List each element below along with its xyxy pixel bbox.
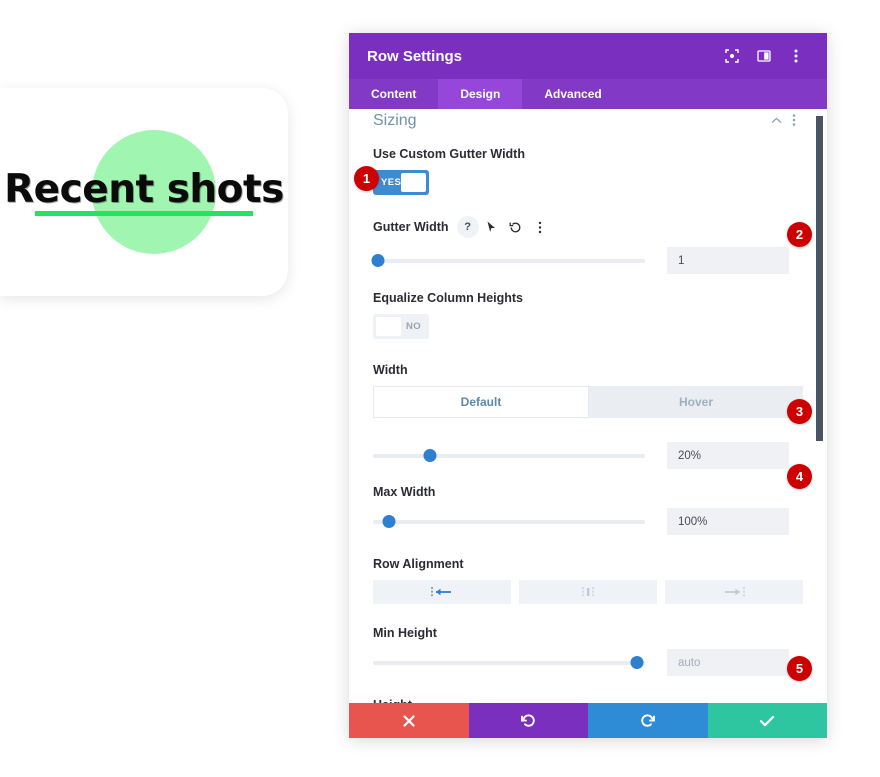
section-header-sizing[interactable]: Sizing [373, 109, 803, 129]
gutter-width-label: Gutter Width [373, 220, 449, 234]
help-icon[interactable]: ? [456, 216, 479, 238]
section-title: Sizing [373, 112, 417, 129]
cursor-icon[interactable] [481, 216, 503, 238]
undo-button[interactable] [468, 703, 588, 738]
toggle-state-label: NO [405, 321, 421, 332]
field-label: Width [373, 363, 803, 377]
slider-handle[interactable] [630, 656, 644, 669]
slider-track [373, 258, 645, 263]
panel-header: Row Settings [349, 33, 827, 79]
slider-track [373, 519, 645, 524]
width-input[interactable]: 20% [667, 442, 789, 469]
field-label: Equalize Column Heights [373, 291, 803, 305]
panel-body: Sizing Use Custom Gutter Width YES Gutte… [349, 109, 827, 703]
reset-icon[interactable] [505, 216, 527, 238]
field-min-height: Min Height auto [373, 626, 803, 676]
field-height: Height 15.9vw [373, 698, 803, 703]
max-width-control-row: 100% [373, 508, 803, 535]
toggle-state-label: YES [381, 177, 402, 188]
slider-track [373, 660, 645, 665]
more-vertical-icon[interactable] [783, 43, 809, 69]
width-slider[interactable] [373, 449, 645, 463]
chevron-up-icon[interactable] [767, 111, 785, 129]
row-settings-panel: Row Settings Content Design Advanced Siz… [349, 33, 827, 738]
preview-text-block: Recent shots [4, 170, 284, 216]
preview-title: Recent shots [4, 167, 284, 212]
align-left-icon[interactable] [373, 580, 511, 604]
min-height-label: Min Height [373, 626, 437, 640]
field-max-width: Max Width 100% [373, 485, 803, 535]
min-height-slider[interactable] [373, 656, 645, 670]
badge-3: 3 [787, 399, 812, 424]
field-label: Use Custom Gutter Width [373, 147, 803, 161]
field-label: Height [373, 698, 803, 703]
badge-5: 5 [787, 656, 812, 681]
cancel-button[interactable] [349, 703, 469, 738]
field-gutter-width: Gutter Width ? 1 [371, 216, 803, 274]
align-right-icon[interactable] [665, 580, 803, 604]
width-label: Width [373, 363, 408, 377]
field-label: Row Alignment [373, 557, 803, 571]
toggle-knob [401, 173, 426, 192]
height-label: Height [373, 698, 412, 703]
badge-1: 1 [354, 166, 379, 191]
gutter-width-input[interactable]: 1 [667, 247, 789, 274]
max-width-slider[interactable] [373, 515, 645, 529]
field-label: Max Width [373, 485, 803, 499]
slider-track [373, 453, 645, 458]
fullscreen-icon[interactable] [719, 43, 745, 69]
panel-tabs: Content Design Advanced [349, 79, 827, 109]
tab-design[interactable]: Design [438, 79, 523, 109]
redo-button[interactable] [588, 703, 708, 738]
tab-content[interactable]: Content [349, 79, 438, 109]
gutter-more-vertical-icon[interactable] [529, 216, 551, 238]
max-width-input[interactable]: 100% [667, 508, 789, 535]
save-button[interactable] [707, 703, 827, 738]
field-equalize-column-heights: Equalize Column Heights NO [373, 291, 803, 341]
row-alignment-label: Row Alignment [373, 557, 464, 571]
layout-columns-icon[interactable] [751, 43, 777, 69]
field-row-alignment: Row Alignment [373, 557, 803, 604]
align-center-icon[interactable] [519, 580, 657, 604]
field-width: Width Default Hover 20% [373, 363, 803, 469]
panel-scroll-content: Sizing Use Custom Gutter Width YES Gutte… [349, 109, 827, 703]
width-tab-hover[interactable]: Hover [589, 386, 803, 418]
width-state-tabs: Default Hover [373, 386, 803, 418]
equalize-column-heights-toggle[interactable]: NO [373, 314, 429, 339]
preview-content: Recent shots [0, 88, 288, 296]
panel-footer [349, 703, 827, 738]
use-custom-gutter-width-toggle[interactable]: YES [373, 170, 429, 195]
panel-scrollbar-thumb[interactable] [816, 116, 823, 441]
field-label: Min Height [373, 626, 803, 640]
equalize-column-heights-label: Equalize Column Heights [373, 291, 524, 305]
gutter-width-slider[interactable] [371, 254, 645, 268]
slider-handle[interactable] [423, 449, 437, 462]
gutter-width-control-row: 1 [371, 247, 803, 274]
tab-advanced[interactable]: Advanced [522, 79, 623, 109]
min-height-control-row: auto [373, 649, 803, 676]
slider-handle[interactable] [382, 515, 396, 528]
width-control-row: 20% [373, 442, 803, 469]
slider-handle[interactable] [371, 254, 385, 267]
preview-card: Recent shots [0, 88, 288, 296]
min-height-input[interactable]: auto [667, 649, 789, 676]
badge-2: 2 [787, 222, 812, 247]
toggle-knob [376, 317, 401, 336]
use-custom-gutter-width-label: Use Custom Gutter Width [373, 147, 525, 161]
row-alignment-options [373, 580, 803, 604]
field-use-custom-gutter-width: Use Custom Gutter Width YES [373, 147, 803, 197]
panel-title: Row Settings [367, 47, 463, 65]
field-label: Gutter Width ? [373, 216, 803, 238]
badge-4: 4 [787, 464, 812, 489]
panel-scrollbar-track[interactable] [816, 116, 823, 661]
section-more-vertical-icon[interactable] [785, 111, 803, 129]
width-tab-default[interactable]: Default [373, 386, 589, 418]
max-width-label: Max Width [373, 485, 436, 499]
